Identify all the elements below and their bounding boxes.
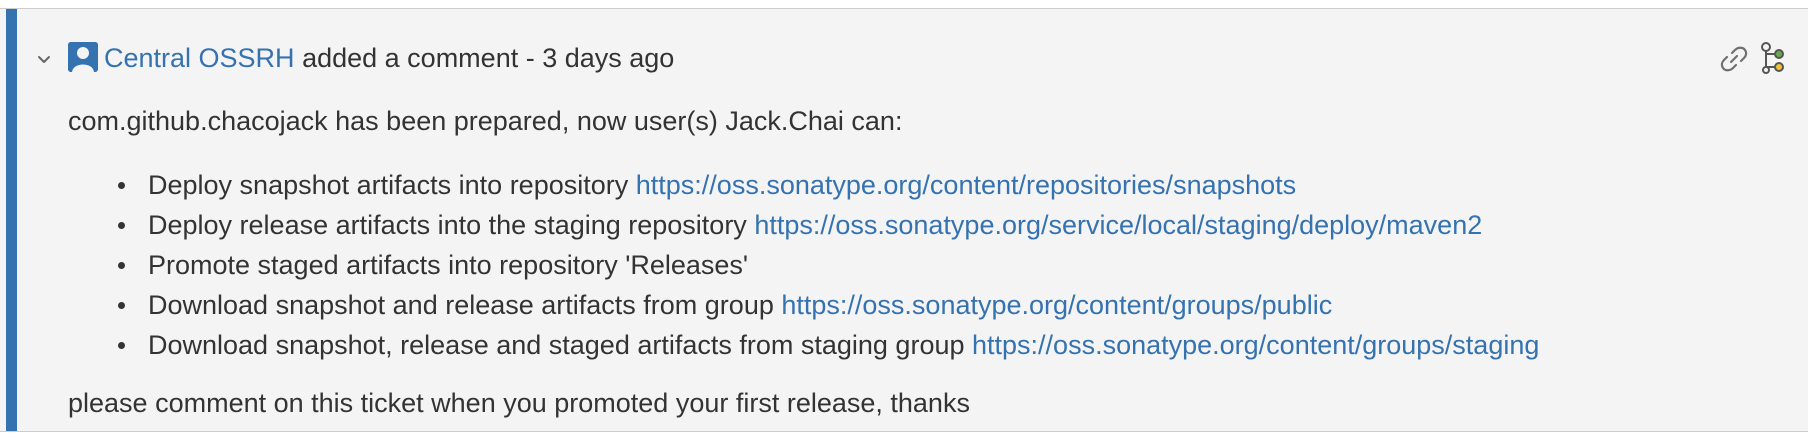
list-item-text: Deploy release artifacts into the stagin… [148, 210, 747, 240]
comment-outro: please comment on this ticket when you p… [68, 388, 970, 418]
link-icon[interactable] [1718, 43, 1750, 75]
list-item-text: Download snapshot, release and staged ar… [148, 330, 965, 360]
comment-author-link[interactable]: Central OSSRH [104, 43, 295, 73]
list-item: Download snapshot, release and staged ar… [118, 325, 1768, 365]
repository-link[interactable]: https://oss.sonatype.org/content/reposit… [636, 170, 1296, 200]
user-avatar-icon [68, 42, 98, 72]
activity-comment: Central OSSRH added a comment - 3 days a… [0, 8, 1808, 432]
comment-intro: com.github.chacojack has been prepared, … [68, 106, 903, 136]
repository-link[interactable]: https://oss.sonatype.org/service/local/s… [754, 210, 1482, 240]
repository-link[interactable]: https://oss.sonatype.org/content/groups/… [972, 330, 1539, 360]
list-item: Deploy snapshot artifacts into repositor… [118, 165, 1768, 205]
list-item-text: Deploy snapshot artifacts into repositor… [148, 170, 629, 200]
comment-action-icons [1718, 37, 1808, 77]
comment-accent-bar [6, 9, 17, 431]
list-item: Deploy release artifacts into the stagin… [118, 205, 1768, 245]
bullet [118, 222, 125, 229]
tree-icon[interactable] [1756, 41, 1788, 75]
chevron-down-icon[interactable] [34, 49, 54, 69]
bullet [118, 182, 125, 189]
list-item-text: Promote staged artifacts into repository… [148, 250, 749, 280]
bullet [118, 342, 125, 349]
avatar[interactable] [68, 42, 98, 72]
permission-list: Deploy snapshot artifacts into repositor… [68, 165, 1768, 365]
list-item: Download snapshot and release artifacts … [118, 285, 1768, 325]
list-item-text: Download snapshot and release artifacts … [148, 290, 774, 320]
comment-body: com.github.chacojack has been prepared, … [68, 101, 1768, 423]
bullet [118, 302, 125, 309]
list-item: Promote staged artifacts into repository… [118, 245, 1768, 285]
repository-link[interactable]: https://oss.sonatype.org/content/groups/… [781, 290, 1332, 320]
comment-action-text: added a comment - 3 days ago [302, 43, 675, 73]
bullet [118, 262, 125, 269]
comment-header: Central OSSRH added a comment - 3 days a… [104, 41, 674, 75]
